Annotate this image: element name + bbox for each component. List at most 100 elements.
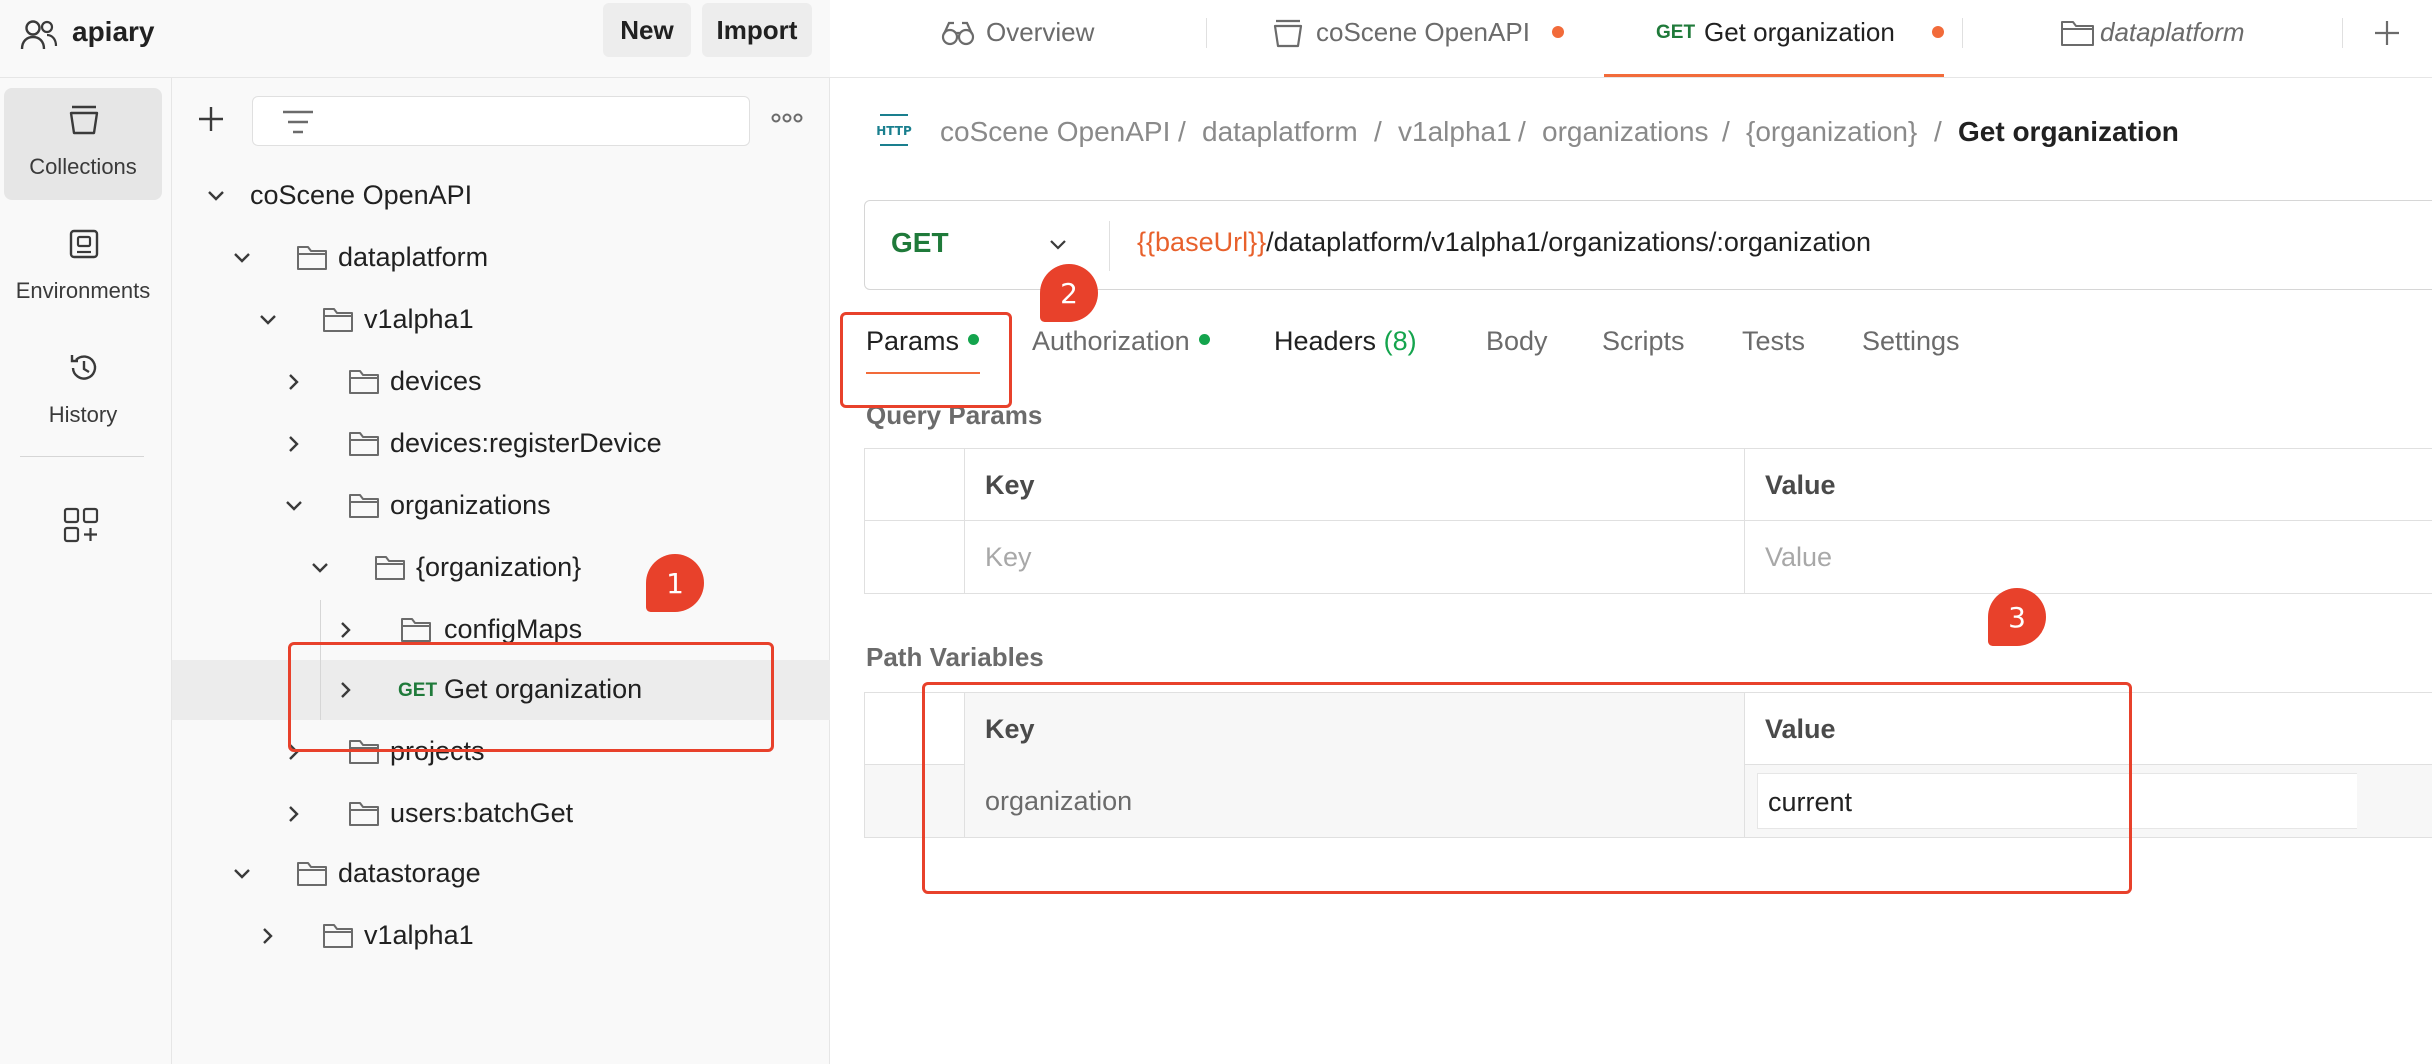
url-input[interactable]: {{baseUrl}}/dataplatform/v1alpha1/organi… xyxy=(1137,227,1871,258)
rail-item-environments[interactable]: Environments xyxy=(4,212,162,324)
tab-settings[interactable]: Settings xyxy=(1862,326,1960,357)
collection-sidebar: coScene OpenAPI dataplatform v1alpha1 de… xyxy=(172,78,830,1064)
breadcrumb-item[interactable]: coScene OpenAPI xyxy=(940,116,1170,148)
column-header: Key xyxy=(985,470,1035,500)
tree-item-collection[interactable]: coScene OpenAPI xyxy=(172,166,830,226)
unsaved-dot xyxy=(1552,26,1564,38)
value-input[interactable]: Value xyxy=(1745,521,2432,593)
svg-text:HTTP: HTTP xyxy=(876,124,912,138)
tab-divider xyxy=(1962,18,1963,48)
filter-input[interactable] xyxy=(252,96,750,146)
chevron-right-icon[interactable] xyxy=(284,434,304,454)
tree-item-label: datastorage xyxy=(338,858,481,888)
tab-label: Headers xyxy=(1274,326,1377,356)
tree-item-label: coScene OpenAPI xyxy=(250,180,473,210)
key-input[interactable]: Key xyxy=(965,521,1745,593)
add-apps-icon[interactable] xyxy=(62,506,100,544)
chevron-down-icon[interactable] xyxy=(1047,235,1069,255)
tab-collection[interactable]: coScene OpenAPI xyxy=(1270,0,1580,78)
annotation-box-1 xyxy=(288,642,774,752)
import-button[interactable]: Import xyxy=(702,3,812,57)
method-select[interactable]: GET xyxy=(891,227,949,259)
add-collection-icon[interactable] xyxy=(196,104,226,134)
tab-divider xyxy=(1206,18,1207,48)
filter-icon xyxy=(283,110,313,134)
tab-label: Overview xyxy=(986,17,1095,47)
tab-label: coScene OpenAPI xyxy=(1316,17,1530,47)
tree-item-folder[interactable]: v1alpha1 xyxy=(172,290,830,350)
chevron-right-icon[interactable] xyxy=(284,804,304,824)
tree-item-folder[interactable]: v1alpha1 xyxy=(172,906,830,966)
environments-icon xyxy=(69,229,99,259)
breadcrumb-item[interactable]: {organization} xyxy=(1746,116,1917,148)
tree-item-label: devices:registerDevice xyxy=(390,428,662,458)
tab-tests[interactable]: Tests xyxy=(1742,326,1805,357)
tab-authorization[interactable]: Authorization xyxy=(1032,326,1210,357)
breadcrumb-separator: / xyxy=(1934,116,1942,147)
chevron-down-icon[interactable] xyxy=(258,310,278,330)
folder-icon xyxy=(349,802,379,826)
folder-icon xyxy=(323,308,353,332)
tree-item-label: configMaps xyxy=(444,614,583,644)
rail-item-history[interactable]: History xyxy=(4,336,162,448)
tab-get-organization[interactable]: GET Get organization xyxy=(1656,0,1956,78)
tree-item-folder[interactable]: devices:registerDevice xyxy=(172,414,830,474)
workspace-name[interactable]: apiary xyxy=(72,16,155,48)
tree-item-folder[interactable]: devices xyxy=(172,352,830,412)
chevron-right-icon[interactable] xyxy=(258,926,278,946)
chevron-down-icon[interactable] xyxy=(310,558,330,578)
chevron-right-icon[interactable] xyxy=(336,620,356,640)
tab-label: Settings xyxy=(1862,326,1960,356)
chevron-down-icon[interactable] xyxy=(232,864,252,884)
tab-label: dataplatform xyxy=(2100,17,2245,47)
tab-scripts[interactable]: Scripts xyxy=(1602,326,1685,357)
active-tab-indicator xyxy=(1604,74,1944,77)
tab-label: Tests xyxy=(1742,326,1806,356)
tree-item-folder[interactable]: datastorage xyxy=(172,844,830,904)
breadcrumb-separator: / xyxy=(1722,116,1730,147)
tree-item-label: devices xyxy=(390,366,482,396)
annotation-marker-1: 1 xyxy=(646,554,704,612)
more-options-icon[interactable] xyxy=(770,108,804,128)
headers-count: (8) xyxy=(1383,326,1417,356)
tab-divider xyxy=(2342,18,2343,48)
tab-body[interactable]: Body xyxy=(1486,326,1548,357)
chevron-down-icon[interactable] xyxy=(206,186,226,206)
folder-icon xyxy=(323,924,353,948)
tree-item-folder[interactable]: users:batchGet xyxy=(172,784,830,844)
tree-item-folder[interactable]: dataplatform xyxy=(172,228,830,288)
breadcrumb-item[interactable]: v1alpha1 xyxy=(1398,116,1512,148)
tab-headers[interactable]: Headers (8) xyxy=(1274,326,1417,357)
breadcrumb-item[interactable]: organizations xyxy=(1542,116,1709,148)
tab-label: Get organization xyxy=(1704,17,1895,47)
overview-icon xyxy=(941,21,975,46)
breadcrumb-item[interactable]: dataplatform xyxy=(1202,116,1358,148)
chevron-right-icon[interactable] xyxy=(284,372,304,392)
rail-item-collections[interactable]: Collections xyxy=(4,88,162,200)
page-title: Get organization xyxy=(1958,116,2179,147)
tab-overview[interactable]: Overview xyxy=(940,0,1230,78)
placeholder-text: Key xyxy=(985,542,1032,572)
tree-item-folder[interactable]: organizations xyxy=(172,476,830,536)
team-icon xyxy=(20,20,58,50)
annotation-box-3 xyxy=(922,682,2132,894)
url-divider xyxy=(1109,221,1110,271)
request-url-bar: GET {{baseUrl}}/dataplatform/v1alpha1/or… xyxy=(864,200,2432,290)
tab-dataplatform[interactable]: dataplatform xyxy=(2060,0,2350,78)
tree-item-label: users:batchGet xyxy=(390,798,574,828)
tab-label: Authorization xyxy=(1032,326,1190,356)
breadcrumb-separator: / xyxy=(1178,116,1186,147)
chevron-down-icon[interactable] xyxy=(284,496,304,516)
table-header-row: Key Value xyxy=(865,449,2432,521)
new-button[interactable]: New xyxy=(603,3,691,57)
folder-icon xyxy=(349,494,379,518)
tree-item-folder[interactable]: {organization} xyxy=(172,538,830,598)
placeholder-text: Value xyxy=(1765,542,1833,572)
value-header-cell: Value xyxy=(1745,449,2432,521)
url-variable: {{baseUrl}} xyxy=(1137,227,1267,257)
rail-label: Collections xyxy=(29,154,137,179)
folder-icon xyxy=(297,246,327,270)
chevron-down-icon[interactable] xyxy=(232,248,252,268)
new-tab-icon[interactable] xyxy=(2372,18,2402,48)
rail-divider xyxy=(20,456,144,457)
